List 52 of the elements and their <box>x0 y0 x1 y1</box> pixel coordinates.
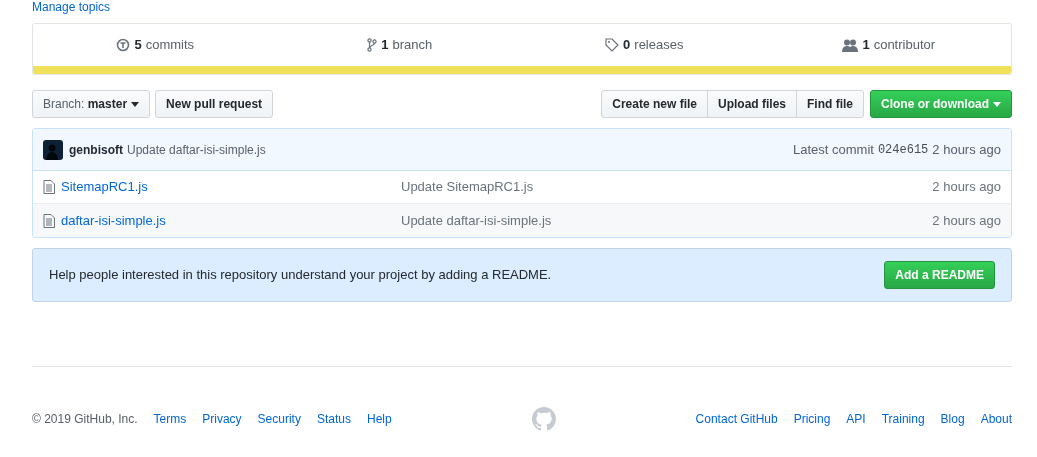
footer-link[interactable]: Status <box>316 410 351 428</box>
footer-link[interactable]: Contact GitHub <box>695 410 778 428</box>
footer-link[interactable]: Training <box>881 410 925 428</box>
stat-link[interactable]: 1 contributor <box>766 24 1011 66</box>
footer-link[interactable]: Blog <box>940 410 965 428</box>
file-action-button[interactable]: Upload files <box>707 90 797 118</box>
commit-sha[interactable]: 024e615 <box>877 140 929 159</box>
footer-link[interactable]: About <box>980 410 1012 428</box>
stat-link[interactable]: 0 releases <box>522 24 767 66</box>
octocat-icon[interactable] <box>531 407 556 431</box>
file-icon <box>43 213 55 228</box>
stat-label: contributor <box>873 36 936 55</box>
copyright: © 2019 GitHub, Inc. <box>32 411 138 428</box>
caret-icon <box>993 101 1001 107</box>
file-time: 2 hours ago <box>932 211 1001 230</box>
file-commit-message[interactable]: Update SitemapRC1.js <box>401 177 534 197</box>
stat-label: branch <box>392 36 433 55</box>
readme-prompt: Help people interested in this repository understand your project by adding a README. <box>49 266 552 285</box>
stat-label: releases <box>634 36 684 55</box>
footer-link[interactable]: API <box>846 410 866 428</box>
stat-count: 5 <box>134 36 142 55</box>
footer-link[interactable]: Security <box>257 410 301 428</box>
file-name-link[interactable]: daftar-isi-simple.js <box>61 210 401 231</box>
history-icon <box>116 38 131 52</box>
file-action-button[interactable]: Create new file <box>601 90 708 118</box>
tag-icon <box>605 38 620 52</box>
footer-link[interactable]: Privacy <box>202 410 242 428</box>
branch-button[interactable]: Branch: master <box>32 90 151 118</box>
stat-count: 0 <box>623 36 631 55</box>
stat-link[interactable]: 1 branch <box>277 24 522 66</box>
file-time: 2 hours ago <box>932 178 1001 197</box>
footer-link[interactable]: Terms <box>153 410 187 428</box>
stat-link[interactable]: 5 commits <box>33 24 278 66</box>
latest-commit-label: Latest commit <box>793 140 874 159</box>
stat-count: 1 <box>381 36 389 55</box>
branch-icon <box>367 38 378 52</box>
manage-topics-link[interactable]: Manage topics <box>32 0 111 14</box>
people-icon <box>842 38 859 52</box>
commit-time: 2 hours ago <box>932 140 1001 159</box>
caret-icon <box>131 101 140 107</box>
stat-label: commits <box>145 36 195 55</box>
file-action-button[interactable]: Find file <box>796 90 864 118</box>
new-pull-request-button[interactable]: New pull request <box>155 90 274 118</box>
stat-count: 1 <box>862 36 870 55</box>
file-name-link[interactable]: SitemapRC1.js <box>61 177 401 197</box>
commit-message[interactable]: Update daftar-isi-simple.js <box>127 140 266 159</box>
commit-author[interactable]: genbisoft <box>69 140 123 159</box>
avatar-icon <box>43 139 63 160</box>
file-icon <box>43 180 55 194</box>
file-commit-message[interactable]: Update daftar-isi-simple.js <box>401 210 552 231</box>
footer-link[interactable]: Help <box>366 410 392 428</box>
footer-link[interactable]: Pricing <box>793 410 831 428</box>
